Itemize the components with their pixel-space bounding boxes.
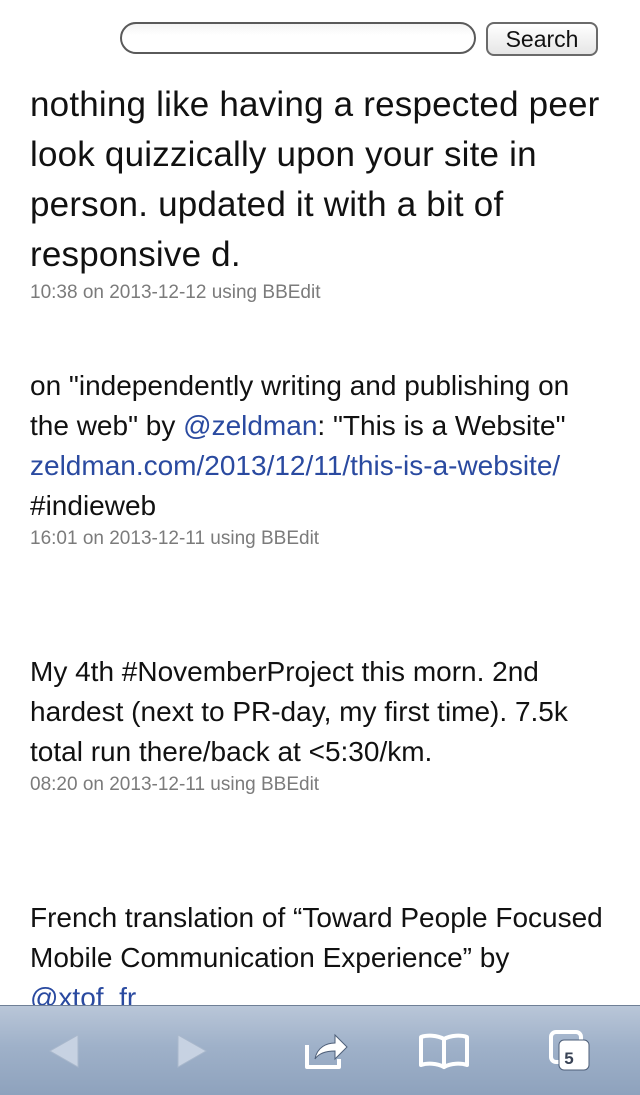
url-link[interactable]: zeldman.com/2013/12/11/this-is-a-website… (30, 450, 560, 481)
post-meta[interactable]: 16:01 on 2013-12-11 using BBEdit (30, 526, 610, 552)
tab-count: 5 (564, 1049, 574, 1068)
back-arrow-icon (48, 1034, 79, 1068)
post-text: on "independently writing and publishing… (30, 366, 610, 526)
forward-button[interactable] (160, 1024, 224, 1078)
bookmarks-button[interactable] (412, 1024, 476, 1078)
post: nothing like having a respected peer loo… (30, 80, 610, 306)
safari-page: Search nothing like having a respected p… (0, 0, 640, 1095)
post-text: French translation of “Toward People Foc… (30, 898, 610, 1018)
post-text-part: : "This is a Website" (317, 410, 566, 441)
forward-arrow-icon (177, 1034, 208, 1068)
post-text-part: French translation of “Toward People Foc… (30, 902, 603, 973)
post: French translation of “Toward People Foc… (30, 898, 610, 1018)
bookmarks-icon (419, 1033, 469, 1069)
share-icon (305, 1033, 348, 1069)
search-button[interactable]: Search (486, 22, 598, 56)
post: on "independently writing and publishing… (30, 366, 610, 552)
browser-toolbar: 5 (0, 1005, 640, 1095)
search-input[interactable] (120, 22, 476, 54)
post-text-part: #indieweb (30, 490, 157, 521)
post-meta[interactable]: 08:20 on 2013-12-11 using BBEdit (30, 772, 610, 798)
tabs-button[interactable]: 5 (538, 1024, 602, 1078)
share-button[interactable] (294, 1024, 358, 1078)
post-text: nothing like having a respected peer loo… (30, 85, 600, 274)
mention-link[interactable]: @zeldman (183, 410, 317, 441)
back-button[interactable] (32, 1024, 96, 1078)
post-text: My 4th #NovemberProject this morn. 2nd h… (30, 656, 568, 767)
search-form: Search (120, 22, 598, 60)
post-meta[interactable]: 10:38 on 2013-12-12 using BBEdit (30, 280, 610, 306)
post: My 4th #NovemberProject this morn. 2nd h… (30, 652, 610, 798)
